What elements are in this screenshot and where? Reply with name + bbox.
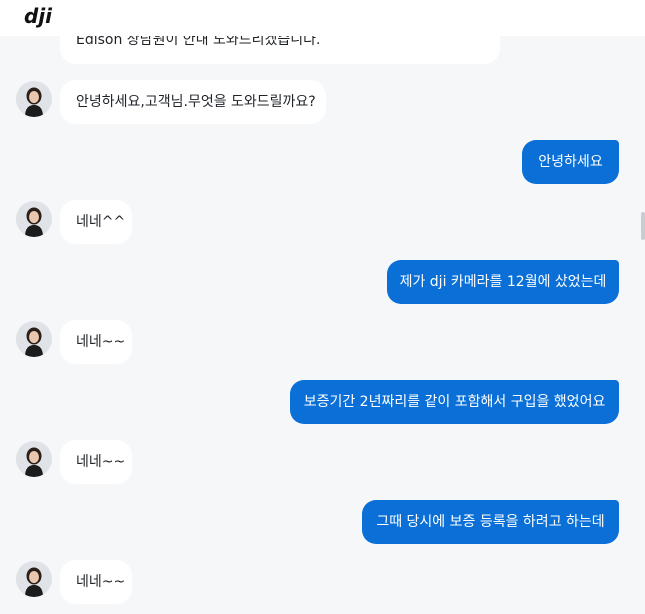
agent-message-text: 네네~~ — [76, 454, 126, 470]
agent-message: 네네^^ — [60, 200, 132, 244]
user-message-text: 안녕하세요 — [538, 154, 603, 170]
agent-message: 안녕하세요,고객님.무엇을 도와드릴까요? — [60, 80, 326, 124]
agent-message-text: 네네~~ — [76, 334, 126, 350]
user-message: 그때 당시에 보증 등록을 하려고 하는데 — [362, 500, 619, 544]
header-bar: dji — [0, 0, 645, 36]
user-message: 제가 dji 카메라를 12월에 샀었는데 — [387, 260, 619, 304]
user-message-text: 보증기간 2년짜리를 같이 포함해서 구입을 했었어요 — [303, 394, 606, 410]
agent-avatar — [16, 321, 52, 357]
agent-avatar — [16, 81, 52, 117]
chat-thread: Edison 상담원이 안내 도와드리겠습니다. 안녕하세요,고객님.무엇을 도… — [0, 0, 645, 614]
agent-avatar — [16, 201, 52, 237]
agent-avatar — [16, 561, 52, 597]
user-message-text: 그때 당시에 보증 등록을 하려고 하는데 — [376, 514, 605, 530]
agent-message: 네네~~ — [60, 440, 132, 484]
chat-scrollbar[interactable] — [641, 212, 645, 240]
agent-message: 네네~~ — [60, 560, 132, 604]
user-message: 보증기간 2년짜리를 같이 포함해서 구입을 했었어요 — [290, 380, 619, 424]
agent-message-text: 네네~~ — [76, 574, 126, 590]
agent-avatar — [16, 441, 52, 477]
svg-text:dji: dji — [24, 6, 53, 28]
agent-message-text: 안녕하세요,고객님.무엇을 도와드릴까요? — [76, 94, 316, 110]
agent-message-text: 네네^^ — [76, 214, 126, 230]
user-message: 안녕하세요 — [522, 140, 619, 184]
user-message-text: 제가 dji 카메라를 12월에 샀었는데 — [399, 274, 607, 290]
agent-message: 네네~~ — [60, 320, 132, 364]
dji-logo[interactable]: dji — [24, 4, 64, 28]
